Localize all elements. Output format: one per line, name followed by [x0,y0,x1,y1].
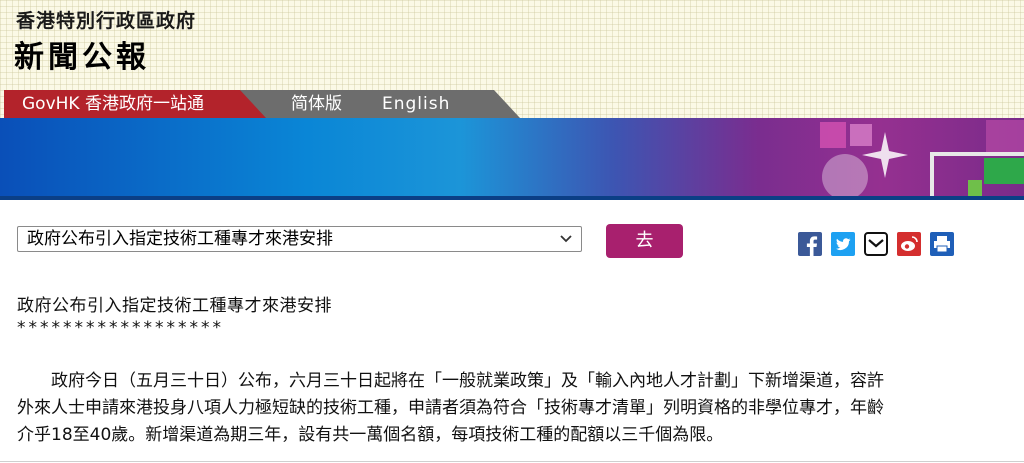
article-select-value: 政府公布引入指定技術工種專才來港安排 [27,229,333,249]
paragraph-line: 外來人士申請來港投身八項人力極短缺的技術工種，申請者須為符合「技術專才清單」列明… [17,398,884,418]
site-header: 香港特別行政區政府 新聞公報 GovHK 香港政府一站通 简体版 English [0,0,1024,118]
facebook-icon[interactable] [798,232,822,256]
paragraph-line: 介乎18至40歲。新增渠道為期三年，設有共一萬個名額，每項技術工種的配額以三千個… [17,425,724,445]
sparkle-icon [862,132,908,178]
chevron-down-icon [560,235,572,243]
header-banner [0,118,1024,198]
email-icon[interactable] [864,232,888,256]
paragraph-line: 政府今日（五月三十日）公布，六月三十日起將在「一般就業政策」及「輸入內地人才計劃… [17,371,884,391]
article-title: 政府公布引入指定技術工種專才來港安排 [17,296,332,316]
language-tab-bar: GovHK 香港政府一站通 简体版 English [0,90,520,118]
press-releases-title[interactable]: 新聞公報 [14,32,150,76]
org-title: 香港特別行政區政府 [16,10,197,32]
banner-divider [0,196,1024,200]
go-button[interactable]: 去 [606,224,683,258]
simplified-chinese-tab[interactable]: 简体版 [291,90,342,118]
banner-decoration [984,158,1024,184]
banner-decoration [986,120,1024,156]
article-select[interactable]: 政府公布引入指定技術工種專才來港安排 [17,226,582,252]
govhk-tab[interactable]: GovHK 香港政府一站通 [4,90,266,118]
print-icon[interactable] [930,232,954,256]
language-tabs-background [238,90,520,118]
page-bottom-rule [0,461,1024,462]
english-tab[interactable]: English [382,90,450,118]
twitter-icon[interactable] [831,232,855,256]
banner-decoration [820,122,846,148]
title-underline-stars: ****************** [17,318,224,338]
weibo-icon[interactable] [897,232,921,256]
article-paragraph: 政府今日（五月三十日）公布，六月三十日起將在「一般就業政策」及「輸入內地人才計劃… [17,368,1017,449]
